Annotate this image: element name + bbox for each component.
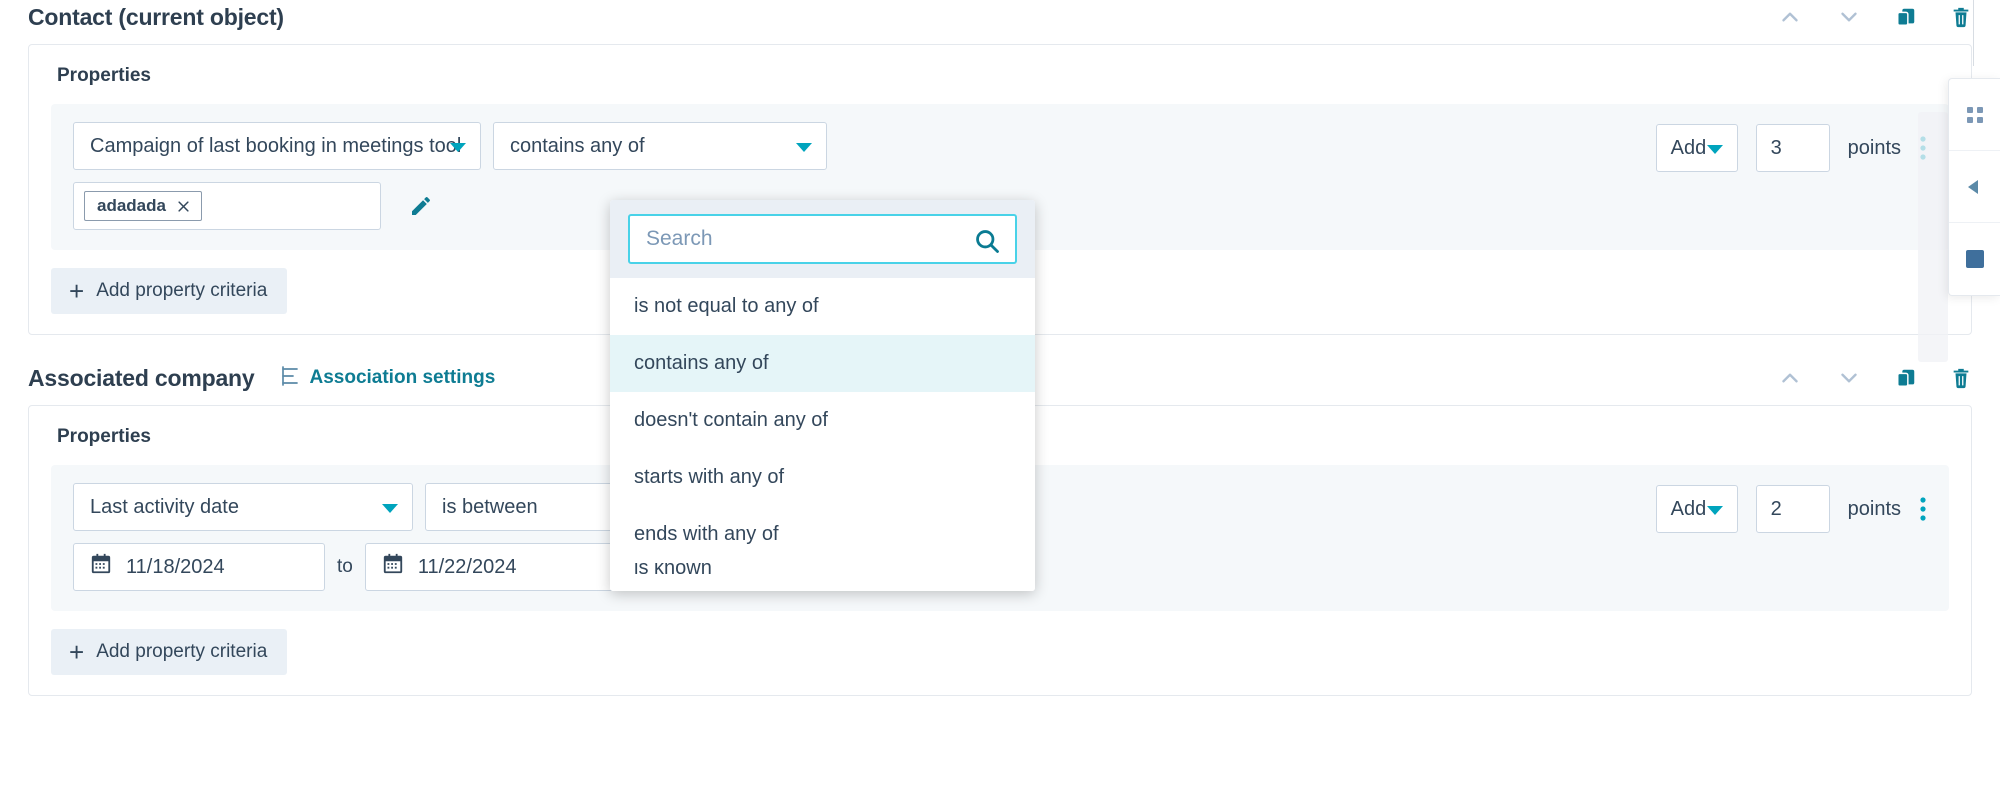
points-value-2: 2 (1770, 497, 1782, 520)
search-icon (973, 227, 1001, 260)
score-controls-company: Add 2 points (1655, 483, 1927, 533)
chevron-down-icon (796, 143, 812, 152)
calendar-icon (90, 553, 112, 581)
plus-icon: + (69, 637, 85, 667)
chevron-down-icon[interactable] (1836, 365, 1862, 391)
duplicate-icon[interactable] (1895, 367, 1917, 389)
chevron-up-icon[interactable] (1777, 365, 1803, 391)
score-controls-contact: Add 3 points (1655, 122, 1927, 172)
association-settings-link[interactable]: Association settings (280, 365, 495, 392)
date-from-input[interactable]: 11/18/2024 (73, 543, 325, 591)
property-select-company[interactable]: Last activity date (73, 483, 413, 531)
points-value: 3 (1770, 136, 1782, 159)
date-range-to-label: to (337, 556, 353, 577)
delete-icon[interactable] (1950, 366, 1972, 390)
edit-pencil-icon[interactable] (409, 194, 433, 218)
search-placeholder: Search (646, 227, 713, 250)
chevron-down-icon (1706, 506, 1723, 515)
association-settings-label: Association settings (309, 367, 496, 388)
collapse-panel-icon[interactable] (1949, 151, 2000, 223)
association-settings-icon (280, 365, 300, 392)
add-property-criteria-label-2: Add property criteria (96, 641, 268, 662)
chevron-down-icon (382, 504, 398, 513)
property-select-value: Campaign of last booking in meetings too… (90, 134, 462, 157)
points-input-company[interactable]: 2 (1755, 485, 1830, 533)
section-header-contact: Contact (current object) (0, 0, 2000, 34)
property-select-contact[interactable]: Campaign of last booking in meetings too… (73, 122, 481, 170)
chevron-down-icon (450, 143, 466, 152)
operator-select-value-2: is between (442, 495, 538, 518)
chevron-down-icon[interactable] (1836, 4, 1862, 30)
property-select-value-2: Last activity date (90, 495, 239, 518)
dropdown-options-list: is not equal to any of contains any of d… (610, 278, 1035, 591)
search-input[interactable]: Search (628, 214, 1017, 264)
floating-toolbar (1948, 78, 2000, 296)
date-to-value: 11/22/2024 (417, 555, 517, 578)
add-property-criteria-button-company[interactable]: + Add property criteria (51, 629, 288, 675)
divider (1973, 0, 1974, 66)
operator-select-contact[interactable]: contains any of (493, 122, 827, 170)
dropdown-search-wrapper: Search (610, 200, 1035, 278)
plus-icon: + (69, 276, 85, 306)
section-header-actions-contact (1777, 4, 2000, 30)
score-operation-value: Add (1670, 136, 1707, 159)
preview-icon[interactable] (1949, 223, 2000, 295)
delete-icon[interactable] (1950, 5, 1972, 29)
operator-select-value: contains any of (510, 134, 645, 157)
value-tag-input-contact[interactable]: adadada (73, 182, 381, 230)
dropdown-option-label: is known (634, 563, 712, 579)
section-header-actions-associated-company (1777, 365, 2000, 391)
close-icon[interactable] (176, 199, 191, 214)
points-label-2: points (1847, 497, 1901, 520)
calendar-icon (382, 553, 404, 581)
section-title-associated-company: Associated company (28, 364, 255, 391)
drag-handle-icon[interactable] (1949, 79, 2000, 151)
date-to-input[interactable]: 11/22/2024 (364, 543, 617, 591)
score-operation-value-2: Add (1670, 497, 1707, 520)
add-property-criteria-button-contact[interactable]: + Add property criteria (51, 268, 288, 314)
value-tag-label: adadada (97, 196, 166, 215)
card-label-properties: Properties (57, 65, 151, 86)
dropdown-option[interactable]: doesn't contain any of (610, 392, 1035, 449)
scrollbar-track[interactable] (1918, 112, 1948, 362)
date-from-value: 11/18/2024 (126, 555, 225, 578)
duplicate-icon[interactable] (1895, 6, 1917, 28)
chevron-down-icon (1706, 145, 1723, 154)
dot-grid-icon (1966, 106, 1983, 123)
value-tag[interactable]: adadada (84, 191, 202, 221)
dropdown-option[interactable]: is known (610, 563, 1035, 591)
scoring-criteria-page: Contact (current object) Properties Camp… (0, 0, 2000, 805)
add-property-criteria-label: Add property criteria (96, 280, 268, 301)
dropdown-option-selected[interactable]: contains any of (610, 335, 1035, 392)
dropdown-option[interactable]: ends with any of (610, 506, 1035, 563)
more-options-icon[interactable] (1919, 496, 1927, 522)
page-title: Contact (current object) (28, 3, 284, 30)
chevron-up-icon[interactable] (1777, 4, 1803, 30)
dropdown-option[interactable]: starts with any of (610, 449, 1035, 506)
dropdown-option[interactable]: is not equal to any of (610, 278, 1035, 335)
points-input-contact[interactable]: 3 (1755, 124, 1830, 172)
score-operation-select-company[interactable]: Add (1655, 485, 1738, 533)
points-label: points (1847, 136, 1901, 159)
operator-dropdown: Search is not equal to any of contains a… (610, 200, 1035, 591)
criteria-row-primary: Campaign of last booking in meetings too… (73, 122, 827, 170)
score-operation-select-contact[interactable]: Add (1655, 124, 1738, 172)
